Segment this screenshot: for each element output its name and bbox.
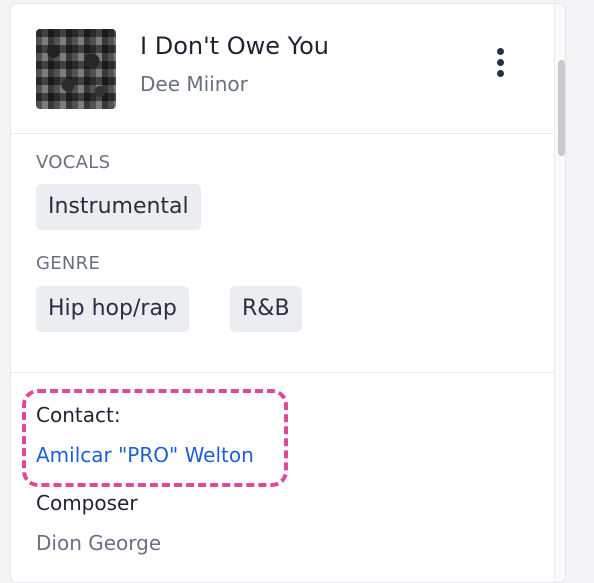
track-details-panel: I Don't Owe You Dee Miinor VOCALS Instru… <box>10 3 566 583</box>
genre-tag: Hip hop/rap <box>36 286 189 332</box>
contact-label: Contact: <box>36 403 121 427</box>
vocals-tag: Instrumental <box>36 184 201 230</box>
composer-label: Composer <box>36 491 138 515</box>
track-title: I Don't Owe You <box>140 32 329 60</box>
scrollbar-thumb[interactable] <box>558 60 565 156</box>
menu-dot <box>497 70 504 77</box>
track-artist[interactable]: Dee Miinor <box>140 72 248 96</box>
menu-dot <box>497 59 504 66</box>
track-header: I Don't Owe You Dee Miinor <box>11 4 554 134</box>
composer-name: Dion George <box>36 531 162 555</box>
album-cover <box>36 29 116 109</box>
genre-label: GENRE <box>36 253 101 274</box>
genre-tag: R&B <box>230 286 302 332</box>
contact-link[interactable]: Amilcar "PRO" Welton <box>36 443 254 467</box>
more-vertical-icon[interactable] <box>489 42 513 82</box>
scrollbar[interactable] <box>554 4 565 582</box>
menu-dot <box>497 48 504 55</box>
section-divider <box>11 372 554 373</box>
vocals-label: VOCALS <box>36 152 111 173</box>
